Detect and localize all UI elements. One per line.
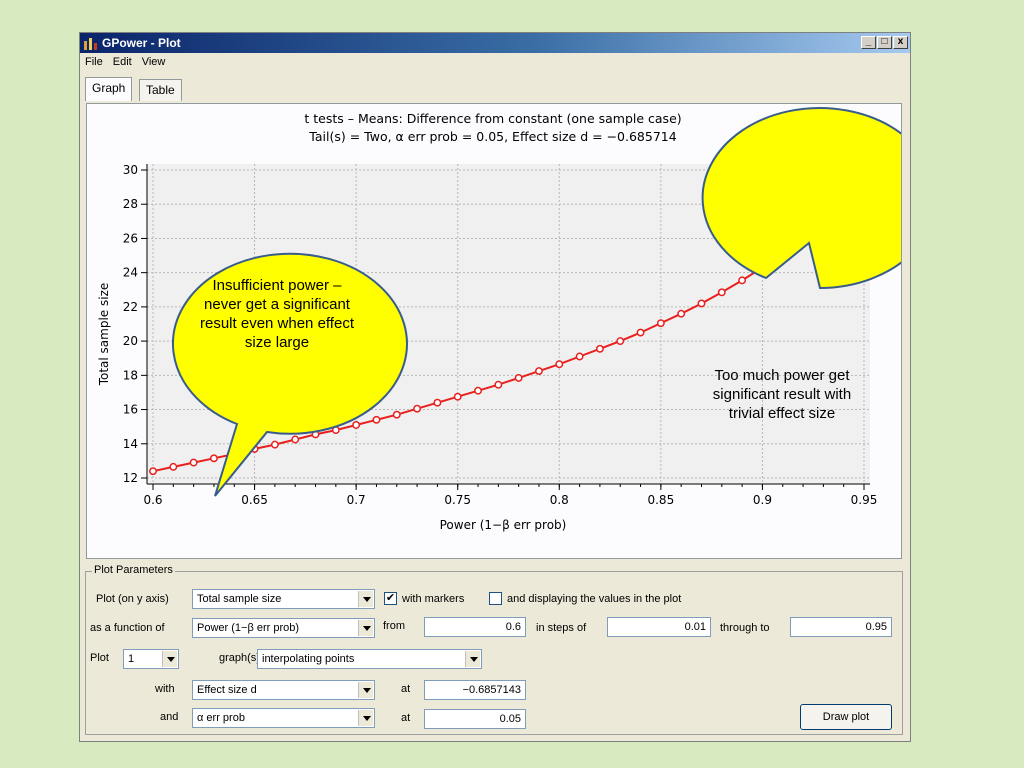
maximize-button[interactable]: □ bbox=[877, 36, 892, 49]
data-point-marker bbox=[372, 415, 381, 424]
data-point-marker bbox=[555, 360, 564, 369]
data-point-marker bbox=[189, 458, 198, 467]
display-values-checkbox[interactable] bbox=[489, 592, 502, 605]
display-values-label: and displaying the values in the plot bbox=[507, 593, 682, 605]
x-tick-label: 0.9 bbox=[753, 493, 772, 507]
x-tick-label: 0.65 bbox=[241, 493, 268, 507]
with-markers-label: with markers bbox=[402, 593, 465, 605]
graphs-label: graph(s) bbox=[219, 652, 260, 664]
data-point-marker bbox=[717, 288, 726, 297]
y-tick-label: 24 bbox=[123, 266, 138, 280]
chevron-down-icon[interactable] bbox=[162, 651, 177, 667]
x-tick-label: 0.85 bbox=[647, 493, 674, 507]
chevron-down-icon[interactable] bbox=[465, 651, 480, 667]
effect-size-input[interactable]: −0.6857143 bbox=[424, 680, 526, 700]
title-bar[interactable]: GPower - Plot _ □ x bbox=[80, 33, 910, 53]
plot-parameters-group: Plot Parameters Plot (on y axis) Total s… bbox=[85, 564, 903, 735]
y-tick-label: 28 bbox=[123, 197, 138, 211]
with-markers-checkbox[interactable]: ✔ bbox=[384, 592, 397, 605]
data-point-marker bbox=[494, 380, 503, 389]
at-label-1: at bbox=[401, 683, 411, 695]
data-point-marker bbox=[169, 462, 178, 471]
x-tick-label: 0.75 bbox=[444, 493, 471, 507]
window-title: GPower - Plot bbox=[102, 36, 181, 50]
data-point-marker bbox=[149, 467, 157, 476]
data-point-marker bbox=[474, 386, 482, 395]
y-tick-label: 26 bbox=[123, 231, 138, 245]
data-point-marker bbox=[738, 276, 747, 285]
x-axis-label: Power (1−β err prob) bbox=[440, 518, 567, 532]
data-point-marker bbox=[535, 367, 543, 376]
y-tick-label: 12 bbox=[123, 471, 138, 485]
function-of-label: as a function of bbox=[90, 622, 165, 634]
data-point-marker bbox=[697, 299, 706, 308]
gpower-app-icon bbox=[84, 38, 97, 50]
draw-plot-button[interactable]: Draw plot bbox=[800, 704, 892, 730]
menu-edit[interactable]: Edit bbox=[113, 56, 132, 68]
data-point-marker bbox=[413, 404, 422, 413]
x-tick-label: 0.7 bbox=[347, 493, 366, 507]
alpha-input[interactable]: 0.05 bbox=[424, 709, 526, 729]
through-label: through to bbox=[720, 622, 770, 634]
and-select[interactable]: α err prob bbox=[192, 708, 375, 728]
plot-on-y-label: Plot (on y axis) bbox=[96, 593, 169, 605]
plot-count-select[interactable]: 1 bbox=[123, 649, 179, 669]
plot-on-y-select[interactable]: Total sample size bbox=[192, 589, 375, 609]
data-point-marker bbox=[433, 398, 442, 407]
chevron-down-icon[interactable] bbox=[358, 591, 373, 607]
callout-left-text: Insufficient power – never get a signifi… bbox=[200, 277, 354, 351]
y-tick-label: 30 bbox=[123, 163, 138, 177]
chevron-down-icon[interactable] bbox=[358, 682, 373, 698]
through-input[interactable]: 0.95 bbox=[790, 617, 892, 637]
tab-table[interactable]: Table bbox=[139, 79, 182, 101]
y-tick-label: 14 bbox=[123, 437, 138, 451]
tab-graph[interactable]: Graph bbox=[85, 77, 133, 101]
graphs-mode-select[interactable]: interpolating points bbox=[257, 649, 482, 669]
data-point-marker bbox=[453, 392, 462, 401]
data-point-marker bbox=[352, 421, 361, 429]
x-tick-label: 0.6 bbox=[143, 493, 162, 507]
steps-label: in steps of bbox=[536, 622, 587, 634]
y-tick-label: 22 bbox=[123, 300, 138, 314]
with-label: with bbox=[155, 683, 175, 695]
from-label: from bbox=[383, 620, 405, 632]
steps-input[interactable]: 0.01 bbox=[607, 617, 711, 637]
x-tick-label: 0.8 bbox=[550, 493, 569, 507]
data-point-marker bbox=[291, 435, 300, 444]
data-point-marker bbox=[595, 344, 604, 353]
menu-bar: File Edit View bbox=[80, 53, 910, 71]
graph-panel: 0.6 0.65 0.7 0.75 0.8 0.85 0.9 0.95 12 14 16 18 20 22… bbox=[86, 103, 902, 559]
close-button[interactable]: x bbox=[893, 36, 908, 49]
chevron-down-icon[interactable] bbox=[358, 620, 373, 636]
and-label: and bbox=[160, 711, 179, 723]
callout-right-text: Too much power get significant result wi… bbox=[712, 367, 852, 422]
y-axis-label: Total sample size bbox=[97, 283, 111, 387]
with-select[interactable]: Effect size d bbox=[192, 680, 375, 700]
menu-file[interactable]: File bbox=[85, 56, 103, 68]
x-tick-label: 0.95 bbox=[851, 493, 878, 507]
menu-view[interactable]: View bbox=[142, 56, 166, 68]
at-label-2: at bbox=[401, 712, 411, 724]
data-point-marker bbox=[209, 454, 218, 463]
data-point-marker bbox=[392, 410, 401, 419]
data-point-marker bbox=[656, 319, 665, 328]
data-point-marker bbox=[270, 440, 279, 449]
chevron-down-icon[interactable] bbox=[358, 710, 373, 726]
minimize-button[interactable]: _ bbox=[861, 36, 876, 49]
plot-label: Plot bbox=[90, 652, 109, 664]
chart-title: t tests – Means: Difference from constan… bbox=[304, 111, 681, 126]
gpower-plot-window: GPower - Plot _ □ x File Edit View Graph T… bbox=[79, 32, 911, 742]
data-point-marker bbox=[616, 337, 625, 346]
y-tick-label: 20 bbox=[123, 334, 138, 348]
plot-parameters-legend: Plot Parameters bbox=[92, 564, 175, 576]
data-point-marker bbox=[636, 328, 645, 337]
chart-subtitle: Tail(s) = Two, α err prob = 0.05, Effect… bbox=[308, 129, 676, 144]
from-input[interactable]: 0.6 bbox=[424, 617, 526, 637]
data-point-marker bbox=[677, 309, 686, 318]
data-point-marker bbox=[514, 373, 523, 382]
y-tick-label: 16 bbox=[123, 403, 138, 417]
data-point-marker bbox=[575, 352, 584, 361]
y-tick-label: 18 bbox=[123, 368, 138, 382]
function-of-select[interactable]: Power (1−β err prob) bbox=[192, 618, 375, 638]
